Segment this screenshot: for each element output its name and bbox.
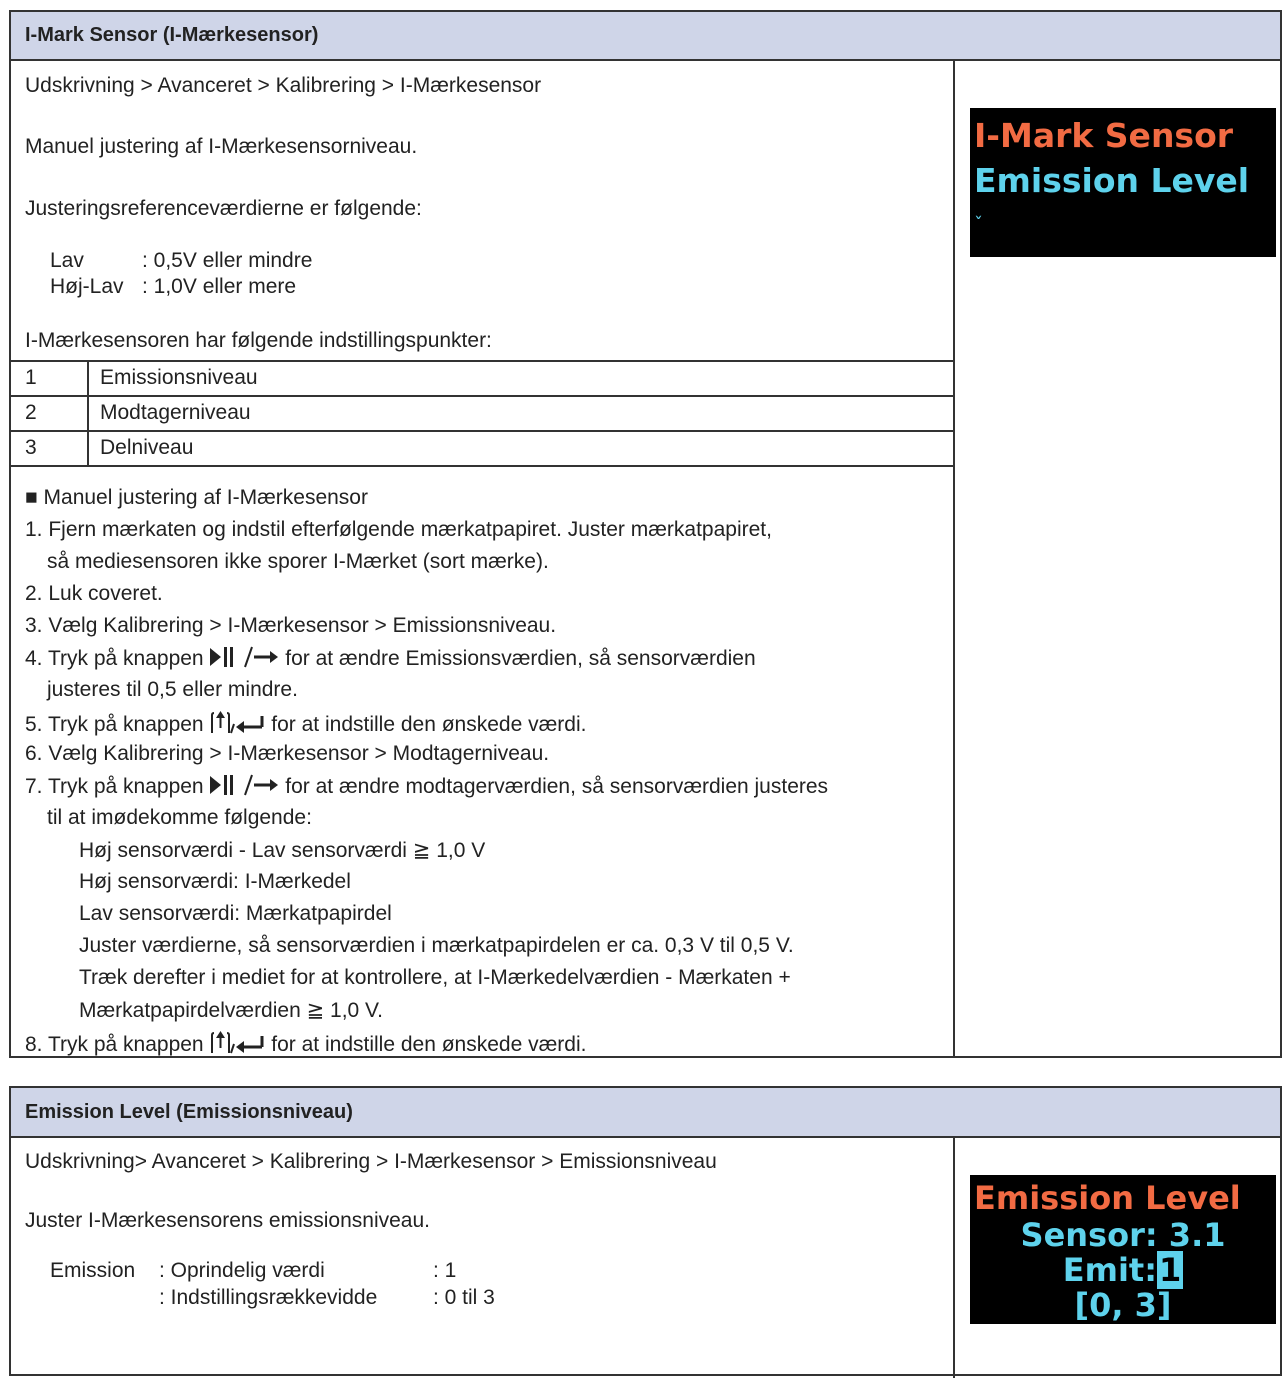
menu-path: Udskrivning > Avanceret > Kalibrering > … — [25, 74, 542, 97]
step-5-post: for at indstille den ønskede værdi. — [265, 713, 587, 736]
point-label: Modtagerniveau — [100, 401, 251, 424]
play-pause-icon — [209, 646, 243, 674]
step-7-post: for at ændre modtagerværdien, så sensorv… — [279, 775, 829, 798]
lcd-line-sensor: Sensor: 3.1 — [1020, 1216, 1226, 1254]
step-5: 5. Tryk på knappen for at indstille den … — [25, 710, 586, 740]
reference-intro: Justeringsreferenceværdierne er følgende… — [25, 197, 422, 220]
emit-value-cursor[interactable]: 1 — [1157, 1251, 1184, 1289]
point-number: 3 — [25, 436, 37, 459]
step-7: 7. Tryk på knappen for at ændre modtager… — [25, 774, 828, 802]
lcd-display: Emission Level Sensor: 3.1 Emit:1 [0, 3] — [970, 1175, 1276, 1324]
step-2: 2. Luk coveret. — [25, 582, 163, 605]
divider — [87, 397, 89, 430]
lcd-line-emit: Emit:1 — [970, 1251, 1276, 1289]
reference-label-highlow: Høj-Lav — [50, 275, 124, 298]
arrow-right-icon — [243, 774, 279, 802]
section-body: Udskrivning > Avanceret > Kalibrering > … — [11, 61, 1280, 1056]
step-3: 3. Vælg Kalibrering > I-Mærkesensor > Em… — [25, 614, 557, 637]
step-8: 8. Tryk på knappen for at indstille den … — [25, 1030, 586, 1060]
setting-point-row: 1 Emissionsniveau — [11, 360, 953, 395]
description-column: Udskrivning > Avanceret > Kalibrering > … — [11, 61, 955, 1056]
step-4-cont: justeres til 0,5 eller mindre. — [47, 678, 298, 701]
point-label: Emissionsniveau — [100, 366, 258, 389]
step-4-post: for at ændre Emissionsværdien, så sensor… — [279, 647, 756, 670]
step-7-detail: Lav sensorværdi: Mærkatpapirdel — [79, 902, 392, 925]
step-7-detail: Mærkatpapirdelværdien ≧ 1,0 V. — [79, 999, 383, 1022]
points-intro: I-Mærkesensoren har følgende indstilling… — [25, 329, 492, 352]
section-body: Udskrivning> Avanceret > Kalibrering > I… — [11, 1138, 1280, 1378]
initial-value-key: : Oprindelig værdi — [159, 1259, 325, 1282]
step-4-pre: 4. Tryk på knappen — [25, 647, 210, 670]
lcd-line-selected: Emission Level — [974, 161, 1250, 200]
divider — [87, 432, 89, 465]
param-label: Emission — [50, 1259, 136, 1282]
point-number: 2 — [25, 401, 37, 424]
point-number: 1 — [25, 366, 37, 389]
point-label: Delniveau — [100, 436, 194, 459]
step-8-pre: 8. Tryk på knappen — [25, 1033, 210, 1056]
lcd-line-title: Emission Level — [974, 1179, 1241, 1217]
step-1: 1. Fjern mærkaten og indstil efterfølgen… — [25, 518, 772, 541]
enter-icon — [235, 1032, 265, 1060]
lcd-display: I-Mark Sensor Emission Level ˇ — [970, 108, 1276, 257]
step-7-detail: Høj sensorværdi - Lav sensorværdi ≧ 1,0 … — [79, 839, 486, 862]
menu-path: Udskrivning> Avanceret > Kalibrering > I… — [25, 1150, 717, 1173]
step-8-post: for at indstille den ønskede værdi. — [265, 1033, 587, 1056]
emit-label: Emit: — [1062, 1251, 1157, 1289]
step-5-pre: 5. Tryk på knappen — [25, 713, 210, 736]
enter-icon — [235, 712, 265, 740]
step-7-pre: 7. Tryk på knappen — [25, 775, 210, 798]
section-i-mark-sensor: I-Mark Sensor (I-Mærkesensor) Udskrivnin… — [9, 10, 1282, 1058]
play-pause-icon — [209, 774, 243, 802]
lcd-line-title: I-Mark Sensor — [974, 116, 1234, 155]
setting-point-row: 3 Delniveau — [11, 430, 953, 465]
feed-icon — [209, 1030, 236, 1060]
step-4: 4. Tryk på knappen for at ændre Emission… — [25, 646, 756, 674]
arrow-right-icon — [243, 646, 279, 674]
chevron-down-icon: ˇ — [974, 214, 983, 235]
range-key: : Indstillingsrækkevidde — [159, 1286, 378, 1309]
description-text: Juster I-Mærkesensorens emissionsniveau. — [25, 1209, 430, 1232]
step-7-detail: Høj sensorværdi: I-Mærkedel — [79, 870, 351, 893]
setting-point-row: 2 Modtagerniveau — [11, 395, 953, 430]
description-column: Udskrivning> Avanceret > Kalibrering > I… — [11, 1138, 955, 1378]
step-1-cont: så mediesensoren ikke sporer I-Mærket (s… — [47, 550, 549, 573]
description-text: Manuel justering af I-Mærkesensorniveau. — [25, 135, 418, 158]
reference-label-low: Lav — [50, 249, 84, 272]
procedure-title: ■ Manuel justering af I-Mærkesensor — [25, 486, 368, 509]
section-header: Emission Level (Emissionsniveau) — [11, 1088, 1280, 1138]
lcd-line-range: [0, 3] — [1074, 1286, 1172, 1324]
step-7-detail: Træk derefter i mediet for at kontroller… — [79, 966, 791, 989]
initial-value: : 1 — [433, 1259, 457, 1282]
step-6: 6. Vælg Kalibrering > I-Mærkesensor > Mo… — [25, 742, 550, 765]
points-table-bottom — [11, 465, 953, 467]
step-7-detail: Juster værdierne, så sensorværdien i mær… — [79, 934, 794, 957]
section-header: I-Mark Sensor (I-Mærkesensor) — [11, 12, 1280, 61]
range-value: : 0 til 3 — [433, 1286, 495, 1309]
feed-icon — [209, 710, 236, 740]
divider — [87, 362, 89, 395]
reference-value-highlow: : 1,0V eller mere — [142, 275, 297, 298]
step-7-cont: til at imødekomme følgende: — [47, 806, 312, 829]
section-emission-level: Emission Level (Emissionsniveau) Udskriv… — [9, 1086, 1282, 1378]
reference-value-low: : 0,5V eller mindre — [142, 249, 313, 272]
